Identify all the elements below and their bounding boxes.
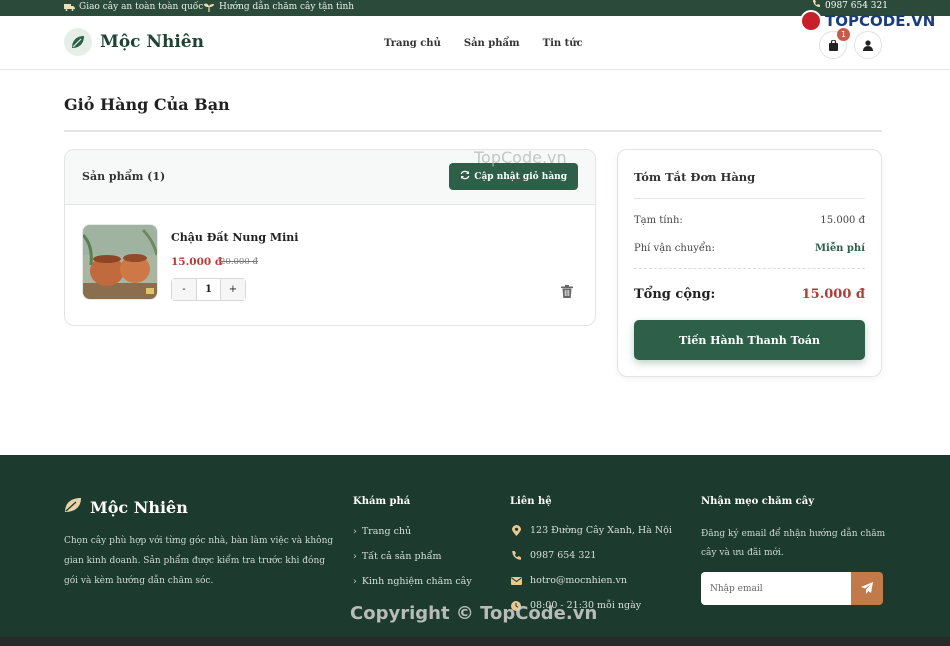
- newsletter-email-input[interactable]: Nhập email: [701, 572, 851, 605]
- contact-address-text: 123 Đường Cây Xanh, Hà Nội: [530, 525, 672, 536]
- page-title: Giỏ Hàng Của Bạn: [64, 95, 230, 114]
- subtotal-row: Tạm tính: 15.000 đ: [634, 215, 865, 226]
- product-image[interactable]: [82, 224, 158, 300]
- subtotal-label: Tạm tính:: [634, 215, 683, 226]
- cart-count-label: Sản phẩm (1): [82, 170, 166, 183]
- footer-link-home[interactable]: › Trang chủ: [353, 526, 411, 537]
- contact-heading: Liên hệ: [510, 496, 552, 507]
- shipping-fee-value: Miễn phí: [814, 243, 865, 254]
- shipping-row: Phí vận chuyển: Miễn phí: [634, 243, 865, 254]
- footer-link-home-label: Trang chủ: [361, 526, 412, 537]
- contact-address: 123 Đường Cây Xanh, Hà Nội: [510, 525, 672, 536]
- summary-dashed-divider: [634, 268, 865, 269]
- decrease-quantity-button[interactable]: -: [172, 279, 196, 300]
- nav-news[interactable]: Tin tức: [543, 38, 583, 49]
- summary-divider: [634, 198, 865, 199]
- care-text: Hướng dẫn chăm cây tận tình: [219, 2, 355, 12]
- footer-link-care-tips-label: Kinh nghiệm chăm cây: [361, 576, 472, 587]
- footer-link-all-products-label: Tất cả sản phẩm: [361, 551, 442, 562]
- newsletter-form: Nhập email: [701, 572, 883, 605]
- shipping-info: Giao cây an toàn toàn quốc: [64, 2, 203, 12]
- seedling-icon: [204, 3, 214, 12]
- leaf-icon: [64, 28, 92, 56]
- trash-icon[interactable]: [561, 283, 573, 302]
- product-old-price: 20.000 đ: [220, 257, 258, 267]
- footer-link-care-tips[interactable]: › Kinh nghiệm chăm cây: [353, 576, 472, 587]
- subtotal-value: 15.000 đ: [820, 215, 865, 226]
- refresh-icon: [460, 170, 470, 183]
- contact-email-text: hotro@mocnhien.vn: [530, 575, 627, 586]
- order-summary: Tóm Tắt Đơn Hàng Tạm tính: 15.000 đ Phí …: [617, 149, 882, 377]
- update-cart-label: Cập nhật giỏ hàng: [474, 171, 567, 182]
- increase-quantity-button[interactable]: +: [221, 279, 245, 300]
- footer-brand-name: Mộc Nhiên: [90, 497, 188, 517]
- topbar-phone-text: 0987 654 321: [825, 0, 888, 11]
- copyright-watermark: Copyright © TopCode.vn: [350, 603, 598, 624]
- brand-name: Mộc Nhiên: [100, 32, 204, 52]
- total-label: Tổng cộng:: [634, 287, 716, 302]
- chevron-right-icon: ›: [353, 551, 357, 562]
- paper-plane-icon: [861, 579, 873, 598]
- watermark-logo-text: TOPCODE.VN: [825, 12, 936, 30]
- map-pin-icon: [510, 525, 522, 536]
- chevron-right-icon: ›: [353, 576, 357, 587]
- user-icon: [863, 36, 873, 55]
- nav-home[interactable]: Trang chủ: [384, 38, 441, 49]
- envelope-icon: [510, 576, 522, 585]
- brand-logo[interactable]: Mộc Nhiên: [64, 28, 204, 56]
- explore-heading: Khám phá: [353, 496, 411, 507]
- main-nav: Trang chủ Sản phẩm Tin tức: [384, 38, 583, 49]
- newsletter-text: Đăng ký email để nhận hướng dẫn chăm cây…: [701, 529, 886, 558]
- newsletter-submit-button[interactable]: [851, 572, 883, 605]
- contact-email[interactable]: hotro@mocnhien.vn: [510, 575, 627, 586]
- chevron-right-icon: ›: [353, 526, 357, 537]
- watermark-text: TopCode.vn: [474, 148, 567, 167]
- truck-icon: [64, 3, 75, 11]
- care-info: Hướng dẫn chăm cây tận tình: [204, 2, 354, 12]
- footer-description: Chọn cây phù hợp với từng góc nhà, bàn l…: [64, 536, 334, 586]
- cart-button[interactable]: 1: [819, 28, 850, 59]
- checkout-button[interactable]: Tiến Hành Thanh Toán: [634, 320, 865, 360]
- product-price: 15.000 đ: [171, 256, 223, 268]
- quantity-value[interactable]: 1: [196, 279, 221, 300]
- total-row: Tổng cộng: 15.000 đ: [634, 287, 865, 302]
- quantity-stepper: - 1 +: [171, 278, 246, 301]
- account-button[interactable]: [854, 31, 882, 59]
- phone-icon: [510, 550, 522, 561]
- summary-title: Tóm Tắt Đơn Hàng: [634, 170, 756, 184]
- footer-leaf-icon: [64, 497, 82, 517]
- contact-phone[interactable]: 0987 654 321: [510, 550, 596, 561]
- os-taskbar: [0, 637, 950, 646]
- title-divider: [64, 130, 882, 132]
- watermark-logo-icon: [800, 10, 822, 32]
- footer-brand[interactable]: Mộc Nhiên: [64, 497, 188, 517]
- total-value: 15.000 đ: [801, 287, 865, 302]
- watermark-logo: TOPCODE.VN: [800, 10, 935, 32]
- newsletter-heading: Nhận mẹo chăm cây: [701, 496, 815, 507]
- shipping-text: Giao cây an toàn toàn quốc: [79, 2, 204, 12]
- shopping-bag-icon: [828, 36, 839, 55]
- footer-link-all-products[interactable]: › Tất cả sản phẩm: [353, 551, 442, 562]
- nav-products[interactable]: Sản phẩm: [464, 38, 520, 49]
- cart-panel: Sản phẩm (1) Cập nhật giỏ hàng Chậu Đất …: [64, 149, 596, 326]
- shipping-fee-label: Phí vận chuyển:: [634, 243, 715, 254]
- update-cart-button[interactable]: Cập nhật giỏ hàng: [449, 163, 578, 190]
- contact-phone-text: 0987 654 321: [530, 550, 597, 561]
- product-name[interactable]: Chậu Đất Nung Mini: [171, 231, 298, 244]
